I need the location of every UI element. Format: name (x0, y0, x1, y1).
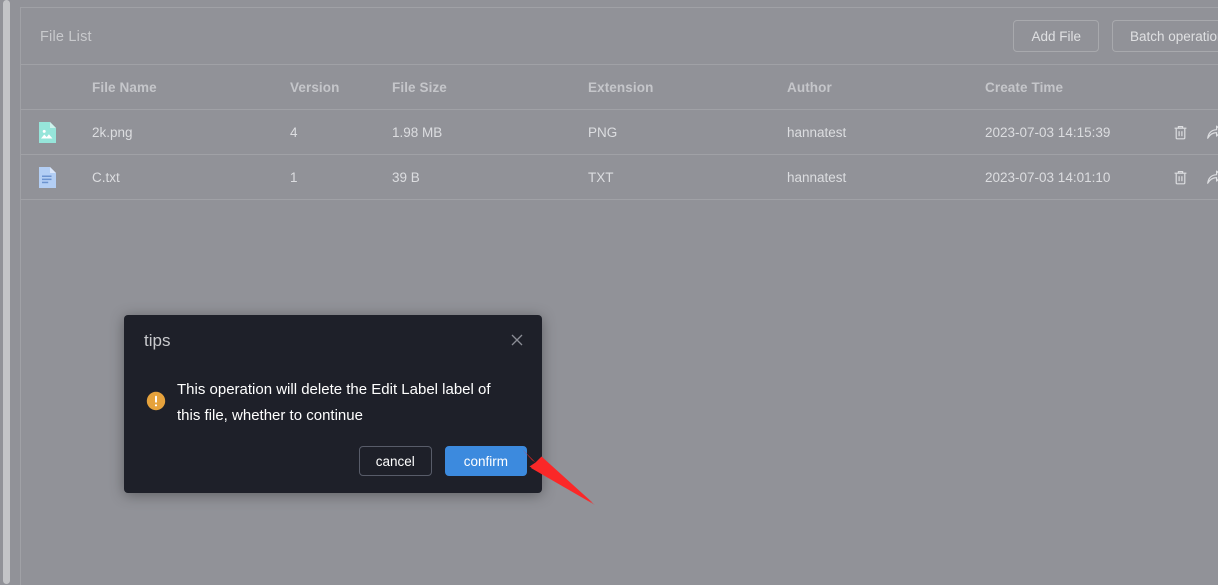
confirm-button[interactable]: confirm (444, 446, 527, 476)
dialog-message: This operation will delete the Edit Labe… (177, 381, 491, 424)
dialog-title: tips (144, 331, 171, 350)
warning-icon (146, 391, 166, 411)
dialog-header: tips (124, 315, 542, 355)
dialog-footer: cancel confirm (124, 429, 542, 493)
cancel-button[interactable]: cancel (358, 446, 432, 476)
app-root: File List Add File Batch operation File … (0, 0, 1218, 585)
modal-overlay[interactable] (0, 0, 1218, 584)
close-icon[interactable] (507, 330, 527, 350)
dialog-body: This operation will delete the Edit Labe… (124, 355, 542, 429)
tips-dialog: tips This operation will delete the Edit… (124, 315, 542, 493)
